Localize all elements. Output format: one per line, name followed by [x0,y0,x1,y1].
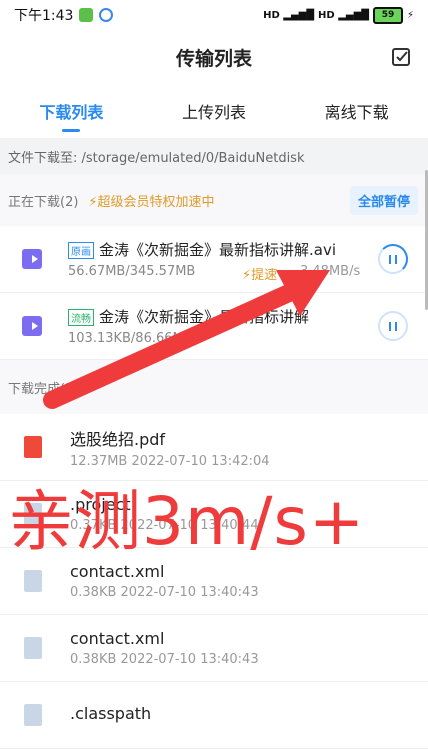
download-name-row: 原画 金涛《次新掘金》最新指标讲解.avi [68,239,428,260]
tab-download-list[interactable]: 下载列表 [0,84,143,138]
download-item[interactable]: 流畅 金涛《次新掘金》最新指标讲解 103.13KB/86.66MB [0,293,428,360]
completed-item[interactable]: contact.xml 0.38KB 2022-07-10 13:40:43 [0,615,428,682]
file-name: 选股绝招.pdf [70,429,166,449]
file-size: 56.67MB/345.57MB [68,264,196,279]
tab-label: 离线下载 [324,103,389,122]
download-speed: 3.48MB/s [300,264,361,279]
file-name: contact.xml [70,629,165,648]
pause-icon [389,254,397,264]
edit-icon[interactable] [390,46,412,68]
baidu-icon [99,8,114,22]
pause-button[interactable] [378,244,408,274]
wechat-icon [79,8,94,22]
download-name-row: 流畅 金涛《次新掘金》最新指标讲解 [68,306,428,327]
pause-icon [389,321,397,331]
tab-label: 上传列表 [182,103,247,122]
file-meta: 0.38KB 2022-07-10 13:40:43 [70,585,259,600]
generic-file-icon [24,704,42,726]
file-size: 103.13KB/86.66MB [68,331,193,346]
status-time: 下午1:43 [14,8,74,24]
generic-file-icon [24,637,42,659]
download-item[interactable]: 原画 金涛《次新掘金》最新指标讲解.avi 56.67MB/345.57MB ⚡提… [0,226,428,293]
completed-item[interactable]: .classpath [0,682,428,749]
tab-bar: 下载列表 上传列表 离线下载 [0,84,428,138]
tab-label: 下载列表 [39,103,104,122]
pause-all-button[interactable]: 全部暂停 [349,186,418,215]
file-meta: 12.37MB 2022-07-10 13:42:04 [70,453,270,469]
file-name: 金涛《次新掘金》最新指标讲解 [99,308,310,326]
hd-signal-icon: HD ▂▄▆█ [263,9,315,21]
charging-icon: ⚡ [406,9,414,21]
download-progress-row: 103.13KB/86.66MB [68,331,368,346]
download-progress-row: 56.67MB/345.57MB ⚡提速 3.48MB/s [68,264,368,283]
pause-button[interactable] [378,311,408,341]
file-meta: 0.38KB 2022-07-10 13:40:43 [70,652,259,667]
overlay-caption: 亲测3m/s+ [8,483,366,560]
file-name: 金涛《次新掘金》最新指标讲解.avi [99,241,337,259]
title-bar: 传输列表 [0,30,428,84]
video-file-icon [22,249,42,269]
hd-signal-icon-2: HD ▂▄▆█ [318,9,369,21]
speed-boost[interactable]: ⚡提速 [242,264,277,283]
pdf-file-icon [24,436,42,458]
quality-tag: 流畅 [68,309,94,326]
generic-file-icon [24,570,42,592]
battery-icon: 59 [372,6,403,24]
file-name: contact.xml [70,562,165,581]
quality-tag: 原画 [68,242,94,259]
page-title: 传输列表 [175,47,252,70]
completed-header: 下载完成(24) [0,360,428,414]
file-name: .classpath [70,703,152,723]
status-bar: 下午1:43 HD ▂▄▆█ HD ▂▄▆█ 59 ⚡ [0,0,428,30]
downloading-count: 正在下载(2) [8,194,79,210]
tab-offline-download[interactable]: 离线下载 [285,84,428,138]
tab-upload-list[interactable]: 上传列表 [143,84,286,138]
tab-indicator [62,129,81,132]
downloading-header: 正在下载(2) ⚡超级会员特权加速中 全部暂停 [0,174,428,226]
download-path: 文件下载至: /storage/emulated/0/BaiduNetdisk [0,138,428,174]
video-file-icon [22,316,42,336]
vip-promo[interactable]: ⚡超级会员特权加速中 [88,191,214,210]
